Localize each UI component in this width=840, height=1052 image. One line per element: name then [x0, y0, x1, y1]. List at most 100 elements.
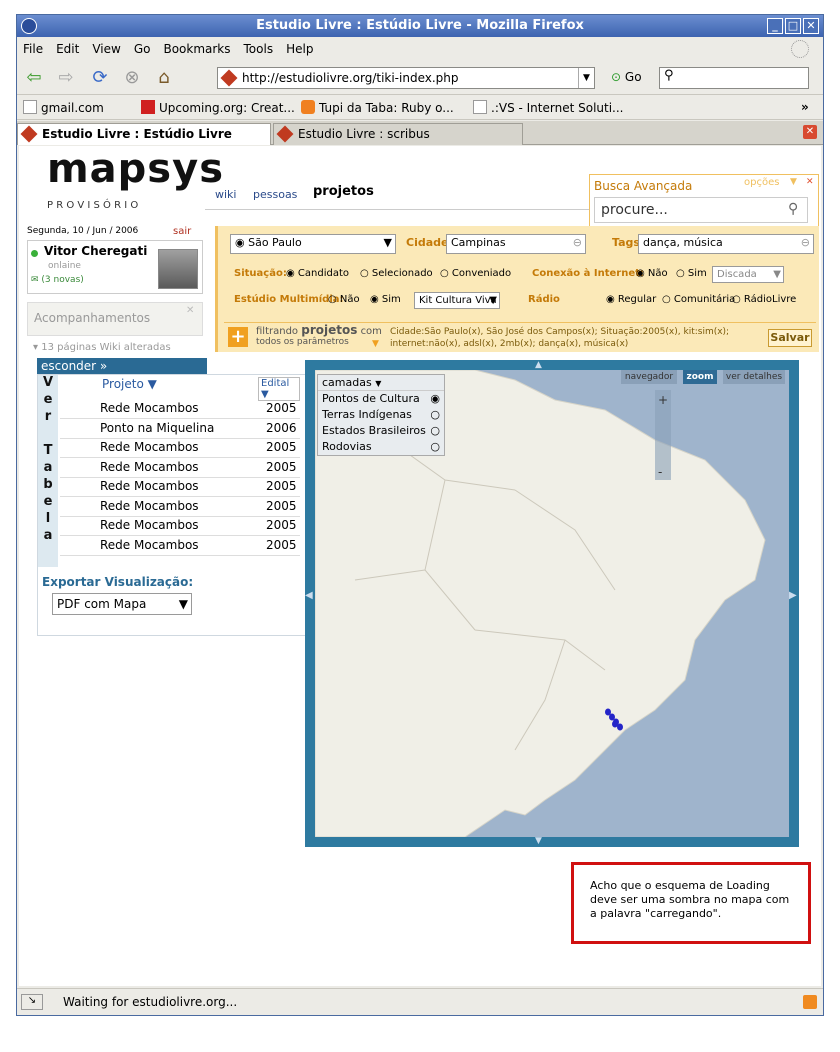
layer-pontos[interactable]: Pontos de Cultura ◉: [318, 391, 444, 407]
user-name[interactable]: Vitor Cheregati: [44, 244, 147, 258]
details-button[interactable]: ver detalhes: [723, 370, 785, 384]
radio-candidato[interactable]: ◉ Candidato: [286, 268, 349, 279]
radio-selecionado[interactable]: ○ Selecionado: [360, 268, 433, 279]
hide-table-toggle[interactable]: esconder »: [37, 358, 207, 374]
table-row[interactable]: Ponto na Miquelina 2006: [60, 419, 300, 439]
pan-left-arrow-icon[interactable]: ◀: [305, 590, 313, 601]
navigator-button[interactable]: navegador: [621, 370, 677, 384]
culture-point-marker[interactable]: [612, 720, 618, 728]
bookmark-vs[interactable]: .:VS - Internet Soluti...: [473, 100, 624, 115]
zoom-out-icon[interactable]: -: [658, 465, 662, 479]
column-header-edital[interactable]: Edital ▼: [258, 377, 300, 401]
close-tab-icon[interactable]: ✕: [803, 125, 817, 139]
bookmark-tupi[interactable]: Tupi da Taba: Ruby o...: [301, 100, 454, 115]
messages-link[interactable]: ✉ (3 novas): [31, 275, 84, 285]
zoom-button[interactable]: zoom: [683, 370, 717, 384]
tab-estudio-livre[interactable]: Estudio Livre : Estúdio Livre: [17, 123, 271, 145]
tab-wiki[interactable]: wiki: [215, 188, 236, 201]
export-select[interactable]: PDF com Mapa ▼: [52, 593, 192, 615]
menu-file[interactable]: File: [17, 38, 50, 56]
search-query-input[interactable]: procure...: [594, 197, 808, 223]
table-row[interactable]: Rede Mocambos 2005: [60, 536, 300, 556]
tags-input[interactable]: dança, música ⊖: [638, 234, 814, 254]
tab-projetos[interactable]: projetos: [313, 184, 374, 199]
stop-icon[interactable]: ⊗: [121, 68, 143, 88]
table-row[interactable]: Rede Mocambos 2005: [60, 438, 300, 458]
radio-conexao-sim[interactable]: ○ Sim: [676, 268, 707, 279]
reload-icon[interactable]: ⟳: [89, 68, 111, 88]
url-bar[interactable]: http://estudiolivre.org/tiki-index.php ▼: [217, 67, 595, 89]
table-row[interactable]: Rede Mocambos 2005: [60, 399, 300, 419]
radio-conveniado[interactable]: ○ Conveniado: [440, 268, 511, 279]
bookmark-gmail[interactable]: gmail.com: [23, 100, 104, 115]
radio-estudio-nao[interactable]: ○ Não: [328, 294, 360, 305]
avatar[interactable]: [158, 249, 198, 289]
logout-link[interactable]: sair: [173, 226, 191, 237]
radio-regular[interactable]: ◉ Regular: [606, 294, 656, 305]
rss-icon[interactable]: [803, 995, 817, 1009]
all-params-link[interactable]: todos os parâmetros: [256, 337, 349, 347]
chevron-down-icon: ▼: [489, 295, 497, 306]
magnifier-icon[interactable]: ⚲: [788, 201, 798, 217]
layers-panel: camadas ▼ Pontos de Cultura ◉ Terras Indí…: [317, 374, 445, 456]
zoom-in-icon[interactable]: +: [658, 393, 668, 407]
search-input[interactable]: ⚲: [659, 67, 809, 89]
estudio-select[interactable]: Kit Cultura Viva ▼: [414, 292, 500, 309]
tab-pessoas[interactable]: pessoas: [253, 188, 297, 201]
go-button[interactable]: ⊙ Go: [611, 70, 642, 84]
close-icon[interactable]: ✕: [186, 305, 194, 316]
conexao-select[interactable]: Discada ▼: [712, 266, 784, 283]
column-header-project[interactable]: Projeto ▼: [102, 377, 157, 391]
layer-terras[interactable]: Terras Indígenas ○: [318, 407, 444, 423]
add-filter-button[interactable]: +: [228, 327, 248, 347]
pan-right-arrow-icon[interactable]: ▶: [789, 590, 797, 601]
radio-estudio-sim[interactable]: ◉ Sim: [370, 294, 401, 305]
tracking-item[interactable]: ▾ 13 páginas Wiki alteradas: [33, 342, 171, 353]
menu-tools[interactable]: Tools: [238, 38, 281, 56]
radio-conexao-nao[interactable]: ◉ Não: [636, 268, 668, 279]
close-icon[interactable]: ✕: [806, 177, 814, 187]
table-row[interactable]: Rede Mocambos 2005: [60, 516, 300, 536]
table-row[interactable]: Rede Mocambos 2005: [60, 458, 300, 478]
menu-help[interactable]: Help: [280, 38, 320, 56]
bookmark-label: Upcoming.org: Creat...: [159, 101, 295, 115]
clear-icon[interactable]: ⊖: [573, 235, 582, 251]
site-logo[interactable]: mapsys: [47, 146, 224, 192]
user-status: onlaine: [48, 261, 81, 271]
bookmarks-more-chevron[interactable]: »: [801, 100, 809, 114]
forward-arrow-icon[interactable]: ⇨: [55, 68, 77, 88]
clear-icon[interactable]: ⊖: [801, 235, 810, 251]
radio-comunitaria[interactable]: ○ Comunitária: [662, 294, 735, 305]
menu-edit[interactable]: Edit: [50, 38, 86, 56]
menu-bookmarks[interactable]: Bookmarks: [157, 38, 237, 56]
menu-view[interactable]: View: [86, 38, 127, 56]
radio-livre[interactable]: ○ RádioLivre: [732, 294, 796, 305]
go-icon: ⊙: [611, 70, 622, 84]
layer-rodovias[interactable]: Rodovias ○: [318, 439, 444, 455]
triangle-down-icon: ▾: [33, 342, 39, 353]
bookmark-upcoming[interactable]: Upcoming.org: Creat...: [141, 100, 295, 115]
menu-go[interactable]: Go: [128, 38, 158, 56]
pan-up-arrow-icon[interactable]: ▲: [535, 360, 542, 370]
chevron-down-icon[interactable]: ▼: [372, 339, 379, 349]
table-row[interactable]: Rede Mocambos 2005: [60, 497, 300, 517]
project-name: Ponto na Miquelina: [100, 420, 215, 435]
options-dropdown-icon[interactable]: ▼: [790, 177, 797, 187]
envelope-icon: ✉: [31, 275, 39, 285]
back-arrow-icon[interactable]: ⇦: [23, 68, 45, 88]
options-link[interactable]: opções: [744, 177, 779, 188]
home-icon[interactable]: ⌂: [153, 68, 175, 88]
url-dropdown-icon[interactable]: ▼: [578, 68, 594, 88]
minimize-button[interactable]: _: [767, 18, 783, 34]
tab-scribus[interactable]: Estudio Livre : scribus: [273, 123, 523, 145]
state-select[interactable]: ◉ São Paulo ▼: [230, 234, 396, 254]
close-window-button[interactable]: ✕: [803, 18, 819, 34]
layers-title[interactable]: camadas ▼: [318, 375, 444, 391]
pan-down-arrow-icon[interactable]: ▼: [535, 836, 542, 846]
save-button[interactable]: Salvar: [768, 329, 812, 347]
maximize-button[interactable]: □: [785, 18, 801, 34]
city-input[interactable]: Campinas ⊖: [446, 234, 586, 254]
table-row[interactable]: Rede Mocambos 2005: [60, 477, 300, 497]
layer-estados[interactable]: Estados Brasileiros ○: [318, 423, 444, 439]
vertical-tab-label[interactable]: VerTabela: [38, 375, 58, 567]
